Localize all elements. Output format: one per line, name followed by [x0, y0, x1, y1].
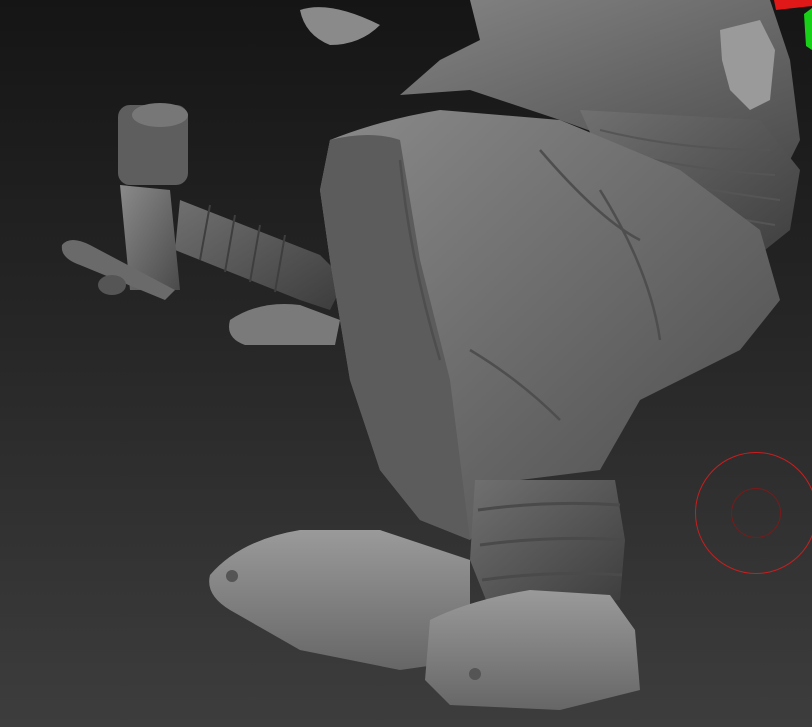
sculpt-model[interactable] — [0, 0, 812, 727]
model-boot-rivet — [469, 668, 481, 680]
model-boot-rivet — [226, 570, 238, 582]
3d-viewport-canvas[interactable] — [0, 0, 812, 727]
model-hand — [300, 7, 380, 46]
x-axis-icon — [774, 0, 812, 10]
y-axis-icon — [804, 8, 812, 50]
model-shin-guard — [470, 480, 625, 610]
model-left-hand — [229, 304, 340, 345]
axis-gizmo[interactable] — [762, 0, 812, 60]
model-hammer — [61, 103, 345, 310]
